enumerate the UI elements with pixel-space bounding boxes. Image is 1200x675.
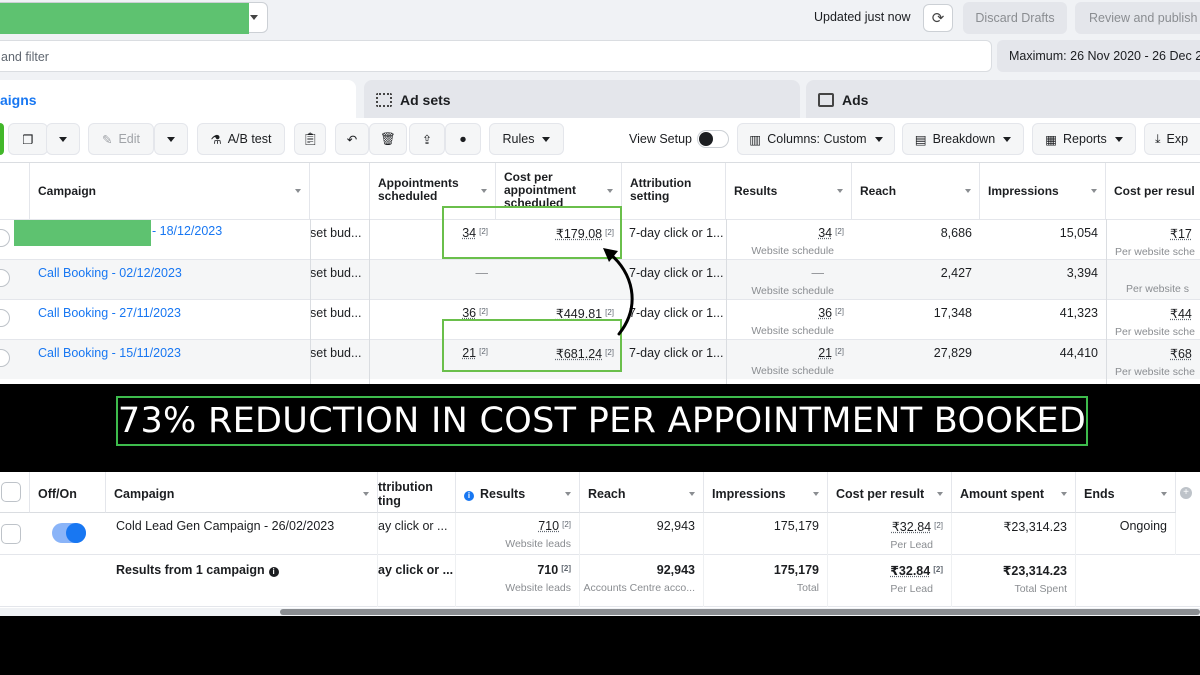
reach-cell: 92,943 <box>580 513 704 555</box>
reach-subtext: Accounts Centre acco... <box>583 582 695 594</box>
footnote-marker: [2] <box>934 521 943 530</box>
row-checkbox[interactable] <box>1 524 21 544</box>
footnote-marker: [2] <box>933 565 943 574</box>
header-label: Results <box>480 487 526 501</box>
sort-icon <box>937 492 943 496</box>
campaign-toggle[interactable] <box>52 523 86 543</box>
amount-spent-cell: ₹23,314.23 <box>952 513 1076 555</box>
select-all-checkbox[interactable] <box>1 482 21 502</box>
sort-icon <box>363 492 369 496</box>
sort-icon <box>1061 492 1067 496</box>
impressions-subtext: Total <box>796 582 819 594</box>
info-icon[interactable]: i <box>268 567 279 577</box>
column-header-cost-per-result[interactable]: Cost per result <box>828 472 952 513</box>
column-header-off-on[interactable]: Off/On <box>30 472 106 513</box>
table-row[interactable]: Cold Lead Gen Campaign - 26/02/2023 ay c… <box>0 513 1200 555</box>
impressions-total-cell: 175,179 Total <box>704 555 828 607</box>
reach-total: 92,943 <box>656 563 695 577</box>
ads-manager-campaigns-screenshot: Updated just now ⟳ Discard Drafts Review… <box>0 0 1200 384</box>
add-column-icon[interactable]: + <box>1180 487 1192 499</box>
headline-frame: 73% REDUCTION IN COST PER APPOINTMENT BO… <box>116 396 1088 446</box>
cpr-total-cell: ₹32.84 [2] Per Lead <box>828 555 952 607</box>
sort-icon <box>565 492 571 496</box>
column-header-ends[interactable]: Ends <box>1076 472 1176 513</box>
header-label: Off/On <box>38 487 77 501</box>
header-label: Campaign <box>114 487 175 501</box>
spent-subtext: Total Spent <box>1014 583 1067 595</box>
header-label: Amount spent <box>960 487 1045 501</box>
results-subtext: Website leads <box>505 538 571 550</box>
ends-cell: Ongoing <box>1076 513 1176 555</box>
header-label: Reach <box>588 487 626 501</box>
cpr-subtext: Per Lead <box>890 539 933 551</box>
summary-row: Results from 1 campaign i ay click or ...… <box>0 555 1200 607</box>
campaign-link[interactable]: Cold Lead Gen Campaign - 26/02/2023 <box>106 513 378 555</box>
scrollbar-thumb[interactable] <box>280 609 1200 615</box>
column-header-amount-spent[interactable]: Amount spent <box>952 472 1076 513</box>
header-label: Ends <box>1084 487 1115 501</box>
horizontal-scrollbar[interactable] <box>0 608 1200 616</box>
column-header-impressions[interactable]: Impressions <box>704 472 828 513</box>
impressions-cell: 175,179 <box>704 513 828 555</box>
cost-per-result-cell: ₹32.84 [2] Per Lead <box>828 513 952 555</box>
impressions-total: 175,179 <box>773 563 819 577</box>
column-header-reach[interactable]: Reach <box>580 472 704 513</box>
headline-banner: 73% REDUCTION IN COST PER APPOINTMENT BO… <box>0 384 1200 470</box>
headline-text: 73% REDUCTION IN COST PER APPOINTMENT BO… <box>117 401 1087 441</box>
cpr-value: ₹32.84 <box>891 520 932 534</box>
column-header-results[interactable]: i Results <box>456 472 580 513</box>
cpr-total: ₹32.84 <box>890 564 931 578</box>
footnote-marker: [2] <box>561 564 571 573</box>
attribution-cell: ay click or ... <box>378 555 456 607</box>
sort-icon <box>1161 492 1167 496</box>
attribution-cell: ay click or ... <box>378 513 456 555</box>
summary-label: Results from 1 campaign <box>116 563 265 577</box>
results-total: 710 <box>537 563 559 577</box>
cpr-subtext: Per Lead <box>890 583 933 595</box>
select-all-header <box>0 472 30 513</box>
column-header-attribution[interactable]: ttribution ting <box>378 472 456 513</box>
results-cell: 710 [2] Website leads <box>456 513 580 555</box>
reach-total-cell: 92,943 Accounts Centre acco... <box>580 555 704 607</box>
header-label: Cost per result <box>836 487 925 501</box>
ads-manager-lead-campaign-screenshot: Off/On Campaign ttribution ting i Results… <box>0 472 1200 616</box>
spent-total: ₹23,314.23 <box>1002 564 1067 578</box>
results-total-cell: 710 [2] Website leads <box>456 555 580 607</box>
summary-label-cell: Results from 1 campaign i <box>106 555 378 607</box>
column-header-campaign[interactable]: Campaign <box>106 472 378 513</box>
footnote-marker: [2] <box>562 520 571 529</box>
results-subtext: Website leads <box>505 582 571 594</box>
spent-total-cell: ₹23,314.23 Total Spent <box>952 555 1076 607</box>
header-label: Impressions <box>712 487 786 501</box>
sort-icon <box>689 492 695 496</box>
sort-icon <box>813 492 819 496</box>
curved-arrow-icon <box>603 248 634 336</box>
header-label: ttribution ting <box>378 480 433 508</box>
results-value: 710 <box>538 519 560 533</box>
info-icon[interactable]: i <box>464 491 474 501</box>
